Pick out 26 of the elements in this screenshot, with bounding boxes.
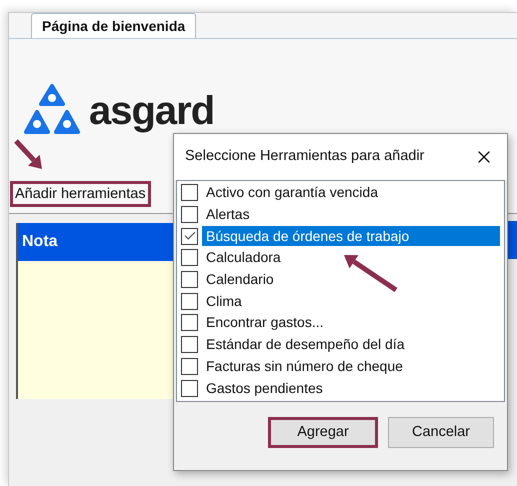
dialog-button[interactable]: Cancelar	[388, 417, 494, 448]
checkbox[interactable]	[181, 292, 198, 310]
checkbox[interactable]	[181, 358, 198, 375]
checkbox[interactable]	[181, 184, 198, 202]
list-item[interactable]: Activo con garantía vencida	[202, 182, 500, 203]
list-item[interactable]: Búsqueda de órdenes de trabajo	[202, 226, 500, 246]
checkbox[interactable]	[181, 380, 198, 397]
add-tools-button[interactable]: Añadir herramientas	[10, 181, 151, 207]
list-item[interactable]: Clima	[202, 291, 500, 312]
dialog-title: Seleccione Herramientas para añadir	[185, 147, 424, 166]
checkbox[interactable]	[181, 249, 198, 266]
checkbox[interactable]	[181, 336, 198, 354]
checkbox[interactable]	[181, 314, 198, 332]
logo-text: asgard	[89, 91, 214, 131]
list-item[interactable]: Encontrar gastos...	[202, 312, 500, 333]
list-item[interactable]: Estándar de desempeño del día	[202, 334, 500, 355]
checkbox[interactable]	[181, 271, 198, 288]
list-item[interactable]: Facturas sin número de cheque	[202, 356, 500, 376]
list-item[interactable]: Alertas	[202, 204, 500, 225]
checkbox[interactable]	[181, 206, 198, 224]
dialog-button[interactable]: Agregar	[268, 417, 378, 448]
checkbox[interactable]	[181, 228, 198, 245]
list-item[interactable]: Gastos pendientes	[202, 378, 500, 398]
tab[interactable]: Página de bienvenida	[31, 13, 196, 38]
list-item[interactable]: Calculadora	[202, 248, 500, 268]
list-item[interactable]: Calendario	[202, 270, 500, 290]
